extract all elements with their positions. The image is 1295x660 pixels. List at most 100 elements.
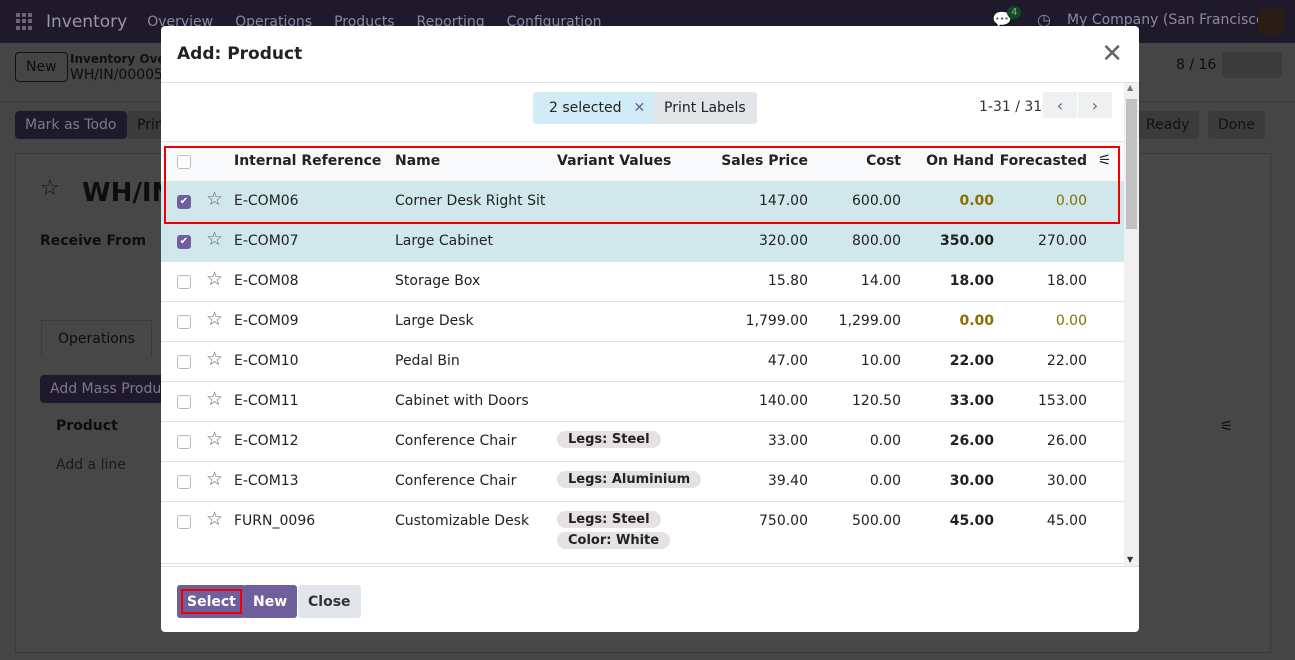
close-icon[interactable]: ✕ bbox=[1101, 39, 1123, 69]
internal-reference: E-COM07 bbox=[234, 233, 299, 249]
close-button[interactable]: Close bbox=[298, 585, 361, 618]
product-name: Storage Box bbox=[395, 273, 481, 289]
chat-count-badge: 4 bbox=[1007, 6, 1022, 19]
col-variant-values[interactable]: Variant Values bbox=[557, 153, 671, 169]
product-table: Internal Reference Name Variant Values S… bbox=[161, 142, 1124, 566]
mark-todo-button[interactable]: Mark as Todo bbox=[15, 111, 127, 139]
forecasted: 45.00 bbox=[1046, 513, 1087, 529]
row-checkbox[interactable] bbox=[177, 355, 191, 369]
dialog-header: Add: Product ✕ bbox=[161, 26, 1139, 83]
dialog-footer: Select New Close bbox=[161, 566, 1139, 632]
star-icon[interactable]: ☆ bbox=[206, 228, 223, 250]
on-hand: 0.00 bbox=[959, 193, 994, 209]
row-checkbox[interactable] bbox=[177, 315, 191, 329]
forecasted: 22.00 bbox=[1046, 353, 1087, 369]
cost: 120.50 bbox=[852, 393, 901, 409]
control-panel: 2 selected ✕ Print Labels 1-31 / 31 ‹ › bbox=[161, 83, 1139, 142]
sales-price: 33.00 bbox=[767, 433, 808, 449]
table-row[interactable]: ☆ E-COM12 Conference Chair Legs: Steel 3… bbox=[161, 422, 1124, 462]
table-row[interactable]: ☆ E-COM11 Cabinet with Doors 140.00 120.… bbox=[161, 382, 1124, 422]
variant-badge: Color: White bbox=[557, 532, 671, 549]
col-name[interactable]: Name bbox=[395, 153, 440, 169]
app-name[interactable]: Inventory bbox=[46, 12, 127, 32]
table-row[interactable]: ☆ E-COM08 Storage Box 15.80 14.00 18.00 … bbox=[161, 262, 1124, 302]
select-all-checkbox[interactable] bbox=[177, 155, 191, 169]
record-pager-buttons[interactable] bbox=[1222, 52, 1282, 78]
internal-reference: E-COM06 bbox=[234, 193, 299, 209]
on-hand: 26.00 bbox=[949, 433, 994, 449]
product-name: Large Cabinet bbox=[395, 233, 493, 249]
print-labels-button[interactable]: Print Labels bbox=[653, 92, 757, 124]
record-pager: 8 / 16 bbox=[1176, 57, 1217, 73]
avatar[interactable] bbox=[1258, 8, 1284, 34]
select-button[interactable]: Select bbox=[177, 585, 246, 618]
unselect-icon[interactable]: ✕ bbox=[633, 100, 645, 116]
col-on-hand[interactable]: On Hand bbox=[926, 153, 994, 169]
tab-operations[interactable]: Operations bbox=[41, 320, 152, 357]
column-settings-icon[interactable]: ⚟ bbox=[1098, 151, 1111, 169]
chevron-right-icon[interactable]: › bbox=[1078, 92, 1112, 118]
col-cost[interactable]: Cost bbox=[866, 153, 901, 169]
apps-grid-icon[interactable] bbox=[16, 12, 34, 31]
row-checkbox[interactable] bbox=[177, 475, 191, 489]
table-row[interactable]: ✔ ☆ E-COM07 Large Cabinet 320.00 800.00 … bbox=[161, 222, 1124, 262]
internal-reference: E-COM12 bbox=[234, 433, 299, 449]
star-icon[interactable]: ☆ bbox=[206, 508, 223, 530]
col-forecasted[interactable]: Forecasted bbox=[1000, 153, 1087, 169]
table-row[interactable]: ☆ FURN_0096 Customizable Desk Legs: Stee… bbox=[161, 502, 1124, 564]
row-checkbox[interactable]: ✔ bbox=[177, 195, 191, 209]
star-icon[interactable]: ☆ bbox=[206, 388, 223, 410]
product-name: Large Desk bbox=[395, 313, 474, 329]
col-sales-price[interactable]: Sales Price bbox=[721, 153, 808, 169]
row-checkbox[interactable] bbox=[177, 515, 191, 529]
star-icon[interactable]: ☆ bbox=[206, 428, 223, 450]
favorite-star-icon[interactable]: ☆ bbox=[40, 176, 60, 201]
chevron-left-icon[interactable]: ‹ bbox=[1043, 92, 1077, 118]
product-name: Conference Chair bbox=[395, 473, 517, 489]
table-row[interactable]: ☆ E-COM10 Pedal Bin 47.00 10.00 22.00 22… bbox=[161, 342, 1124, 382]
row-checkbox[interactable]: ✔ bbox=[177, 235, 191, 249]
col-internal-reference[interactable]: Internal Reference bbox=[234, 153, 381, 169]
product-name: Corner Desk Right Sit bbox=[395, 193, 546, 209]
status-done[interactable]: Done bbox=[1208, 111, 1265, 139]
product-name: Cabinet with Doors bbox=[395, 393, 529, 409]
star-icon[interactable]: ☆ bbox=[206, 348, 223, 370]
table-header: Internal Reference Name Variant Values S… bbox=[161, 142, 1124, 182]
star-icon[interactable]: ☆ bbox=[206, 188, 223, 210]
product-name: Pedal Bin bbox=[395, 353, 460, 369]
row-checkbox[interactable] bbox=[177, 435, 191, 449]
row-checkbox[interactable] bbox=[177, 395, 191, 409]
forecasted: 0.00 bbox=[1055, 193, 1087, 209]
on-hand: 33.00 bbox=[949, 393, 994, 409]
cost: 800.00 bbox=[852, 233, 901, 249]
variant-badge: Legs: Steel bbox=[557, 511, 661, 528]
forecasted: 30.00 bbox=[1046, 473, 1087, 489]
star-icon[interactable]: ☆ bbox=[206, 268, 223, 290]
status-ready[interactable]: Ready bbox=[1136, 111, 1200, 139]
add-product-dialog: Add: Product ✕ 2 selected ✕ Print Labels… bbox=[161, 26, 1139, 632]
add-line-link[interactable]: Add a line bbox=[56, 457, 126, 473]
scrollbar[interactable]: ▲ ▼ bbox=[1124, 83, 1139, 566]
column-settings-icon[interactable]: ⚟ bbox=[1220, 417, 1233, 435]
new-button[interactable]: New bbox=[15, 52, 68, 82]
product-column: Product bbox=[56, 418, 118, 434]
forecasted: 26.00 bbox=[1046, 433, 1087, 449]
sales-price: 47.00 bbox=[767, 353, 808, 369]
table-row[interactable]: ☆ E-COM13 Conference Chair Legs: Alumini… bbox=[161, 462, 1124, 502]
variant-values: Legs: Steel Color: White bbox=[557, 511, 671, 553]
star-icon[interactable]: ☆ bbox=[206, 468, 223, 490]
list-pager: 1-31 / 31 bbox=[979, 99, 1043, 115]
cost: 600.00 bbox=[852, 193, 901, 209]
star-icon[interactable]: ☆ bbox=[206, 308, 223, 330]
sales-price: 750.00 bbox=[759, 513, 808, 529]
row-checkbox[interactable] bbox=[177, 275, 191, 289]
table-row[interactable]: ✔ ☆ E-COM06 Corner Desk Right Sit 147.00… bbox=[161, 182, 1124, 222]
variant-badge: Legs: Aluminium bbox=[557, 471, 702, 488]
receive-from-label: Receive From bbox=[40, 233, 147, 249]
on-hand: 0.00 bbox=[959, 313, 994, 329]
cost: 0.00 bbox=[869, 433, 901, 449]
new-button[interactable]: New bbox=[243, 585, 298, 618]
cost: 14.00 bbox=[860, 273, 901, 289]
sales-price: 320.00 bbox=[759, 233, 808, 249]
table-row[interactable]: ☆ E-COM09 Large Desk 1,799.00 1,299.00 0… bbox=[161, 302, 1124, 342]
